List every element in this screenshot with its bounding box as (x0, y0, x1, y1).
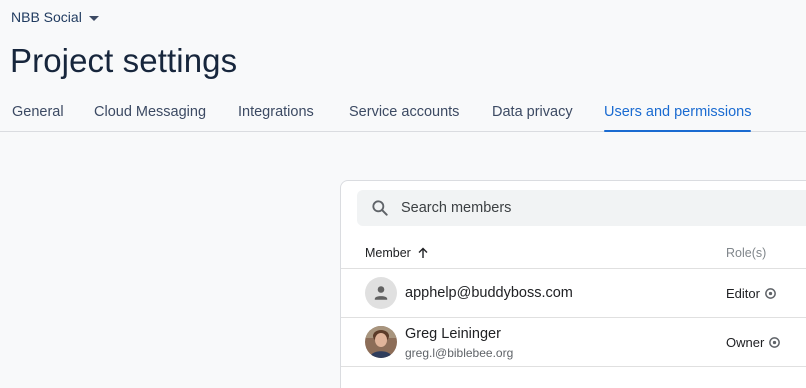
member-email: apphelp@buddyboss.com (405, 285, 573, 301)
search-icon (372, 200, 388, 216)
project-name: NBB Social (11, 9, 82, 25)
role-selector[interactable]: Owner (726, 335, 781, 350)
member-email: greg.l@biblebee.org (405, 346, 514, 360)
arrow-up-icon (418, 247, 428, 258)
tab-users-and-permissions[interactable]: Users and permissions (604, 95, 752, 132)
tab-general[interactable]: General (12, 95, 64, 131)
role-selector[interactable]: Editor (726, 286, 777, 301)
table-header: Member Role(s) (341, 237, 806, 269)
member-column-label: Member (365, 246, 411, 260)
tab-service-accounts[interactable]: Service accounts (349, 95, 459, 131)
role-label: Editor (726, 286, 760, 301)
project-selector[interactable]: NBB Social (11, 9, 99, 25)
search-input[interactable] (401, 190, 801, 226)
caret-down-icon (88, 15, 99, 21)
avatar (365, 277, 397, 309)
table-row[interactable]: apphelp@buddyboss.com Editor (341, 269, 806, 318)
members-card: Member Role(s) apphelp@buddyboss.com Edi… (340, 180, 806, 388)
member-column-header[interactable]: Member (365, 246, 429, 260)
settings-icon (765, 288, 776, 299)
table-row[interactable]: Greg Leininger greg.l@biblebee.org Owner (341, 318, 806, 367)
tab-integrations[interactable]: Integrations (238, 95, 314, 131)
role-label: Owner (726, 335, 765, 350)
search-box[interactable] (357, 190, 806, 226)
avatar (365, 326, 397, 358)
roles-column-header: Role(s) (726, 246, 767, 260)
user-photo (365, 326, 397, 358)
settings-tabs: General Cloud Messaging Integrations Ser… (0, 95, 806, 132)
tab-data-privacy[interactable]: Data privacy (492, 95, 573, 131)
project-settings-page: NBB Social Project settings General Clou… (0, 0, 806, 388)
page-title: Project settings (10, 42, 238, 79)
member-name: Greg Leininger (405, 326, 501, 342)
person-icon (374, 286, 388, 300)
settings-icon (769, 337, 781, 348)
tab-cloud-messaging[interactable]: Cloud Messaging (94, 95, 206, 131)
